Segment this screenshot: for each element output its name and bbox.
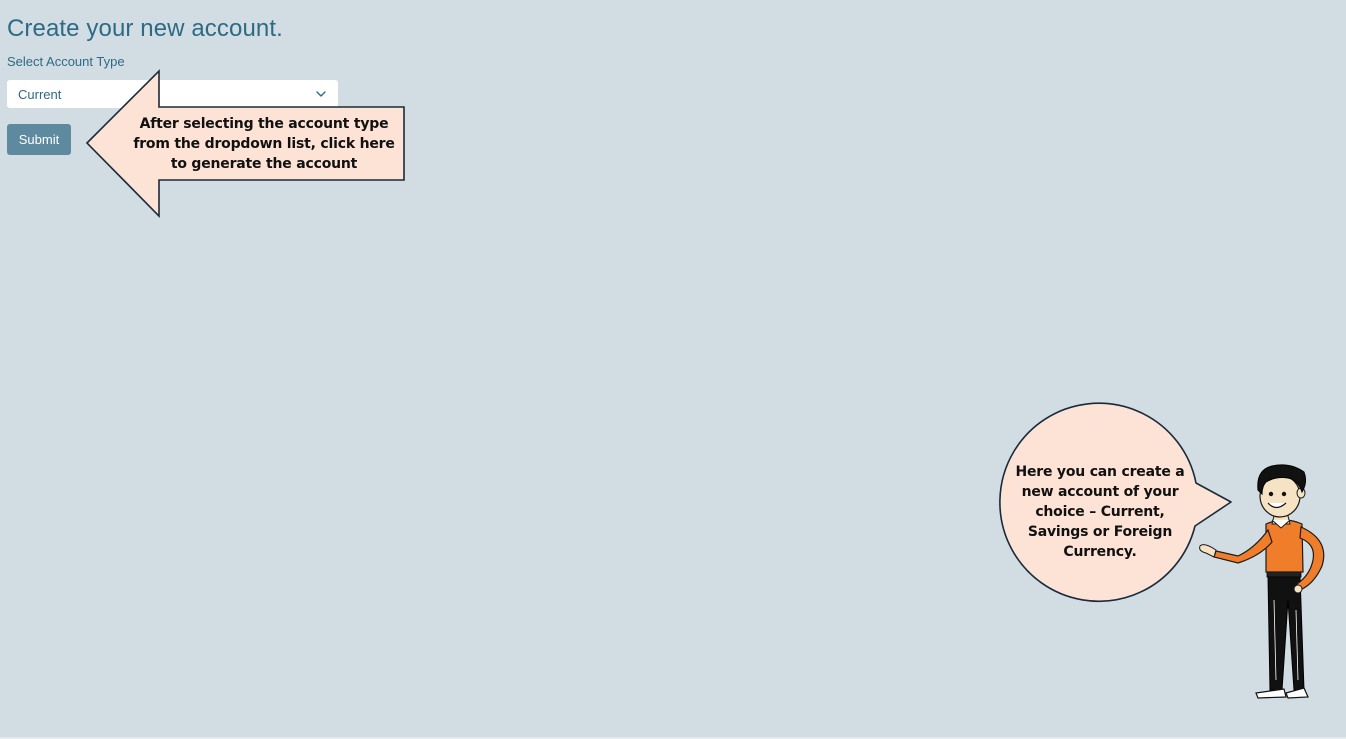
- speech-bubble-text: Here you can create a new account of you…: [1010, 462, 1190, 562]
- arrow-callout-line: to generate the account: [170, 156, 358, 172]
- speech-bubble-line: Here you can create a: [1015, 464, 1185, 480]
- chevron-down-icon: [316, 91, 326, 97]
- arrow-callout-line: After selecting the account type: [139, 116, 389, 132]
- account-type-selected-value: Current: [18, 87, 62, 102]
- speech-bubble-line: Savings or Foreign: [1027, 524, 1173, 540]
- submit-button[interactable]: Submit: [7, 124, 71, 155]
- account-type-label: Select Account Type: [7, 54, 125, 69]
- arrow-callout-line: from the dropdown list, click here: [133, 136, 395, 152]
- speech-bubble-line: choice – Current,: [1035, 504, 1165, 520]
- page-title: Create your new account.: [7, 15, 283, 42]
- speech-bubble-line: new account of your: [1021, 484, 1179, 500]
- help-callouts: [85, 69, 1325, 699]
- arrow-callout-text: After selecting the account type from th…: [126, 114, 402, 174]
- speech-bubble-line: Currency.: [1063, 544, 1137, 560]
- presenter-character-illustration: [1199, 464, 1325, 699]
- account-type-select[interactable]: Current: [7, 80, 338, 108]
